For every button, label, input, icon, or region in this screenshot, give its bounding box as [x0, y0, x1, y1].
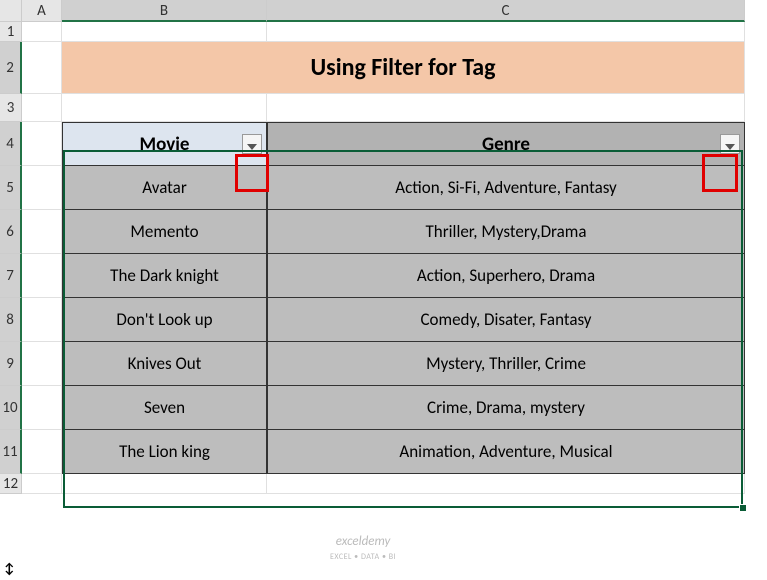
cell-a2[interactable]	[22, 42, 62, 94]
cell-b12[interactable]	[62, 474, 267, 494]
dropdown-icon	[725, 133, 735, 156]
table-row[interactable]: The Lion king	[62, 430, 267, 474]
select-all-corner[interactable]	[0, 0, 22, 22]
header-label-genre: Genre	[482, 133, 530, 156]
table-row[interactable]: Seven	[62, 386, 267, 430]
col-header-c[interactable]: C	[267, 0, 745, 22]
dropdown-icon	[247, 133, 257, 156]
cell-a3[interactable]	[22, 94, 62, 122]
row-header-5[interactable]: 5	[0, 166, 22, 210]
filter-button-genre[interactable]	[720, 134, 740, 154]
cell-a6[interactable]	[22, 210, 62, 254]
cell-c3[interactable]	[267, 94, 745, 122]
row-header-2[interactable]: 2	[0, 42, 22, 94]
col-header-b[interactable]: B	[62, 0, 267, 22]
row-header-7[interactable]: 7	[0, 254, 22, 298]
table-row[interactable]: Avatar	[62, 166, 267, 210]
col-header-a[interactable]: A	[22, 0, 62, 22]
watermark-sub: EXCEL • DATA • BI	[330, 552, 396, 562]
row-header-10[interactable]: 10	[0, 386, 22, 430]
cell-a8[interactable]	[22, 298, 62, 342]
table-header-movie[interactable]: Movie	[62, 122, 267, 166]
table-row[interactable]: Mystery, Thriller, Crime	[267, 342, 745, 386]
row-header-3[interactable]: 3	[0, 94, 22, 122]
watermark-main: exceldemy	[336, 534, 391, 549]
cell-a11[interactable]	[22, 430, 62, 474]
table-row[interactable]: Don't Look up	[62, 298, 267, 342]
cell-a12[interactable]	[22, 474, 62, 494]
row-header-8[interactable]: 8	[0, 298, 22, 342]
filter-button-movie[interactable]	[242, 134, 262, 154]
cursor-indicator: ↕	[4, 560, 15, 577]
header-label-movie: Movie	[140, 133, 190, 156]
row-header-1[interactable]: 1	[0, 22, 22, 42]
watermark: exceldemy EXCEL • DATA • BI	[330, 535, 396, 564]
row-header-9[interactable]: 9	[0, 342, 22, 386]
row-header-12[interactable]: 12	[0, 474, 22, 494]
row-header-11[interactable]: 11	[0, 430, 22, 474]
row-header-4[interactable]: 4	[0, 122, 22, 166]
cell-a4[interactable]	[22, 122, 62, 166]
table-row[interactable]: Thriller, Mystery,Drama	[267, 210, 745, 254]
table-row[interactable]: Knives Out	[62, 342, 267, 386]
cell-a5[interactable]	[22, 166, 62, 210]
cell-a1[interactable]	[22, 22, 62, 42]
selection-handle[interactable]	[739, 504, 747, 512]
table-row[interactable]: Action, Superhero, Drama	[267, 254, 745, 298]
table-row[interactable]: Animation, Adventure, Musical	[267, 430, 745, 474]
cell-b3[interactable]	[62, 94, 267, 122]
cell-a10[interactable]	[22, 386, 62, 430]
cell-a7[interactable]	[22, 254, 62, 298]
table-row[interactable]: The Dark knight	[62, 254, 267, 298]
cell-b1[interactable]	[62, 22, 267, 42]
table-header-genre[interactable]: Genre	[267, 122, 745, 166]
table-row[interactable]: Memento	[62, 210, 267, 254]
table-row[interactable]: Comedy, Disater, Fantasy	[267, 298, 745, 342]
table-row[interactable]: Action, Si-Fi, Adventure, Fantasy	[267, 166, 745, 210]
title-cell[interactable]: Using Filter for Tag	[62, 42, 745, 94]
row-header-6[interactable]: 6	[0, 210, 22, 254]
table-row[interactable]: Crime, Drama, mystery	[267, 386, 745, 430]
cell-c1[interactable]	[267, 22, 745, 42]
spreadsheet-grid: A B C 1 2 Using Filter for Tag 3 4 Movie…	[0, 0, 767, 494]
cell-a9[interactable]	[22, 342, 62, 386]
cell-c12[interactable]	[267, 474, 745, 494]
